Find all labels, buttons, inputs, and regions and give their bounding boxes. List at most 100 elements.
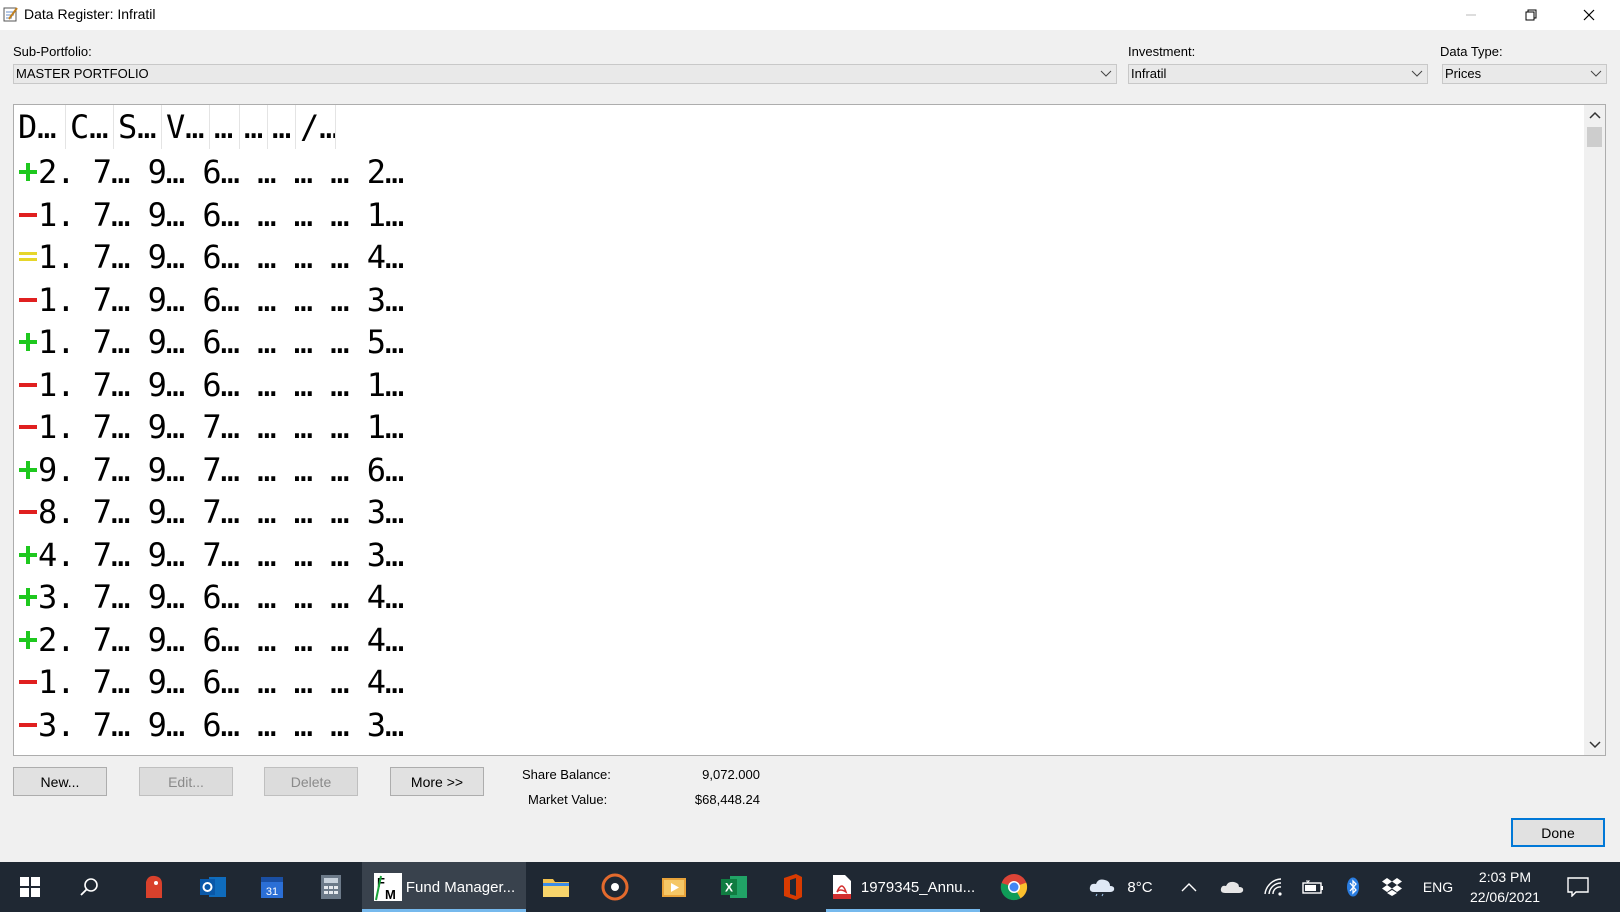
- taskbar-calculator[interactable]: [307, 862, 355, 912]
- office-icon: [784, 874, 802, 900]
- minimize-icon: [1466, 14, 1476, 16]
- cloud-rain-icon: [1089, 879, 1115, 897]
- trend-down-icon: [19, 297, 37, 302]
- more-button[interactable]: More >>: [390, 767, 484, 796]
- start-button[interactable]: [8, 862, 52, 912]
- row-values: 1. 7… 9… 6… … … … 4…: [38, 238, 404, 276]
- market-value-value: $68,448.24: [694, 792, 760, 807]
- wifi-button[interactable]: [1260, 862, 1288, 912]
- restore-icon: [1525, 9, 1537, 21]
- window-title: Data Register: Infratil: [24, 6, 156, 22]
- taskbar-media-player[interactable]: [591, 862, 639, 912]
- column-header[interactable]: V…: [162, 105, 210, 149]
- onedrive-icon: [1220, 881, 1244, 893]
- taskbar-video-player[interactable]: [650, 862, 698, 912]
- row-values: 2. 7… 9… 6… … … … 2…: [38, 153, 404, 191]
- market-value-label: Market Value:: [528, 792, 608, 807]
- scroll-down-button[interactable]: [1584, 735, 1605, 755]
- scroll-thumb[interactable]: [1587, 127, 1602, 147]
- data-type-value: Prices: [1445, 66, 1482, 81]
- folder-icon: [543, 879, 569, 897]
- trend-down-icon: [19, 212, 37, 217]
- taskbar-fund-manager[interactable]: F M Fund Manager...: [362, 862, 526, 912]
- column-header[interactable]: …: [240, 105, 268, 149]
- windows-icon: [20, 877, 40, 897]
- trend-down-icon: [19, 382, 37, 387]
- search-icon: [80, 878, 98, 896]
- restore-button[interactable]: [1508, 0, 1554, 30]
- close-button[interactable]: [1566, 0, 1612, 30]
- column-header[interactable]: …: [210, 105, 240, 149]
- show-hidden-icons-button[interactable]: [1176, 862, 1202, 912]
- grid-header: D… C… S… V… … … … /…: [14, 105, 336, 149]
- trend-up-icon: [19, 545, 37, 564]
- chrome-icon: [1000, 874, 1028, 901]
- input-language-button[interactable]: ENG: [1418, 862, 1458, 912]
- vertical-scrollbar[interactable]: [1584, 105, 1605, 755]
- weather-button[interactable]: [1086, 862, 1118, 912]
- svg-text:X: X: [725, 881, 733, 895]
- taskbar-pdf-document[interactable]: 1979345_Annu...: [826, 862, 980, 912]
- scroll-up-button[interactable]: [1584, 105, 1605, 125]
- dropbox-button[interactable]: [1378, 862, 1406, 912]
- data-type-select[interactable]: Prices: [1442, 64, 1607, 84]
- notifications-button[interactable]: [1560, 862, 1596, 912]
- minimize-button[interactable]: [1448, 0, 1494, 30]
- battery-icon: [1302, 880, 1323, 894]
- column-header[interactable]: C…: [66, 105, 114, 149]
- column-header[interactable]: S…: [114, 105, 162, 149]
- trend-up-icon: [19, 460, 37, 479]
- fund-manager-label: Fund Manager...: [405, 878, 516, 896]
- share-balance-label: Share Balance:: [522, 767, 611, 782]
- share-balance-value: 9,072.000: [702, 767, 760, 782]
- price-grid[interactable]: D… C… S… V… … … … /… 2. 7… 9… 6… … … … 2…: [13, 104, 1606, 756]
- investment-label: Investment:: [1128, 44, 1196, 59]
- red-app-icon: [146, 875, 162, 898]
- taskbar-office[interactable]: [769, 862, 817, 912]
- row-values: 3. 7… 9… 6… … … … 4…: [38, 578, 404, 616]
- bluetooth-button[interactable]: [1340, 862, 1366, 912]
- edit-button[interactable]: Edit...: [139, 767, 233, 796]
- temperature[interactable]: 8°C: [1120, 862, 1160, 912]
- notepad-icon: [3, 7, 18, 22]
- outlook-icon: [200, 877, 226, 897]
- battery-button[interactable]: [1298, 862, 1328, 912]
- dropbox-icon: [1382, 878, 1402, 896]
- row-values: 2. 7… 9… 6… … … … 4…: [38, 620, 404, 659]
- groove-music-icon: [601, 873, 629, 901]
- taskbar-excel[interactable]: X: [710, 862, 758, 912]
- taskbar-file-explorer[interactable]: [532, 862, 580, 912]
- taskbar-app-red[interactable]: [130, 862, 178, 912]
- row-values: 1. 7… 9… 6… … … … 3…: [38, 280, 404, 319]
- sub-portfolio-label: Sub-Portfolio:: [13, 44, 92, 59]
- sub-portfolio-select[interactable]: MASTER PORTFOLIO: [13, 64, 1117, 84]
- column-header[interactable]: /…: [296, 105, 336, 149]
- excel-icon: X: [721, 876, 747, 898]
- svg-text:M: M: [385, 887, 396, 902]
- row-values: 1. 7… 9… 6… … … … 1…: [38, 365, 404, 404]
- trend-down-icon: [19, 680, 37, 684]
- taskbar-calendar[interactable]: 31: [248, 862, 296, 912]
- investment-select[interactable]: Infratil: [1128, 64, 1428, 84]
- delete-button[interactable]: Delete: [264, 767, 358, 796]
- taskbar-outlook[interactable]: [189, 862, 237, 912]
- clock-date: 22/06/2021: [1469, 889, 1541, 905]
- clock-button[interactable]: 2:03 PM 22/06/2021: [1462, 862, 1548, 912]
- taskbar-chrome[interactable]: [990, 862, 1038, 912]
- done-button[interactable]: Done: [1511, 818, 1605, 847]
- row-values: 1. 7… 9… 6… … … … 4…: [38, 663, 404, 701]
- calendar-icon: 31: [261, 877, 283, 898]
- pdf-icon: [832, 875, 851, 899]
- taskbar: 31 F M Fund Manager... X 1979345_Annu...…: [0, 862, 1620, 912]
- chevron-up-icon: [1588, 111, 1601, 119]
- calculator-icon: [321, 875, 341, 899]
- onedrive-button[interactable]: [1218, 862, 1246, 912]
- chevron-down-icon: [1411, 70, 1423, 77]
- pdf-document-label: 1979345_Annu...: [860, 878, 976, 896]
- column-header[interactable]: D…: [14, 105, 66, 149]
- fund-manager-icon: F M: [373, 873, 402, 902]
- new-button[interactable]: New...: [13, 767, 107, 796]
- column-header[interactable]: …: [268, 105, 296, 149]
- data-type-label: Data Type:: [1440, 44, 1503, 59]
- search-button[interactable]: [68, 862, 112, 912]
